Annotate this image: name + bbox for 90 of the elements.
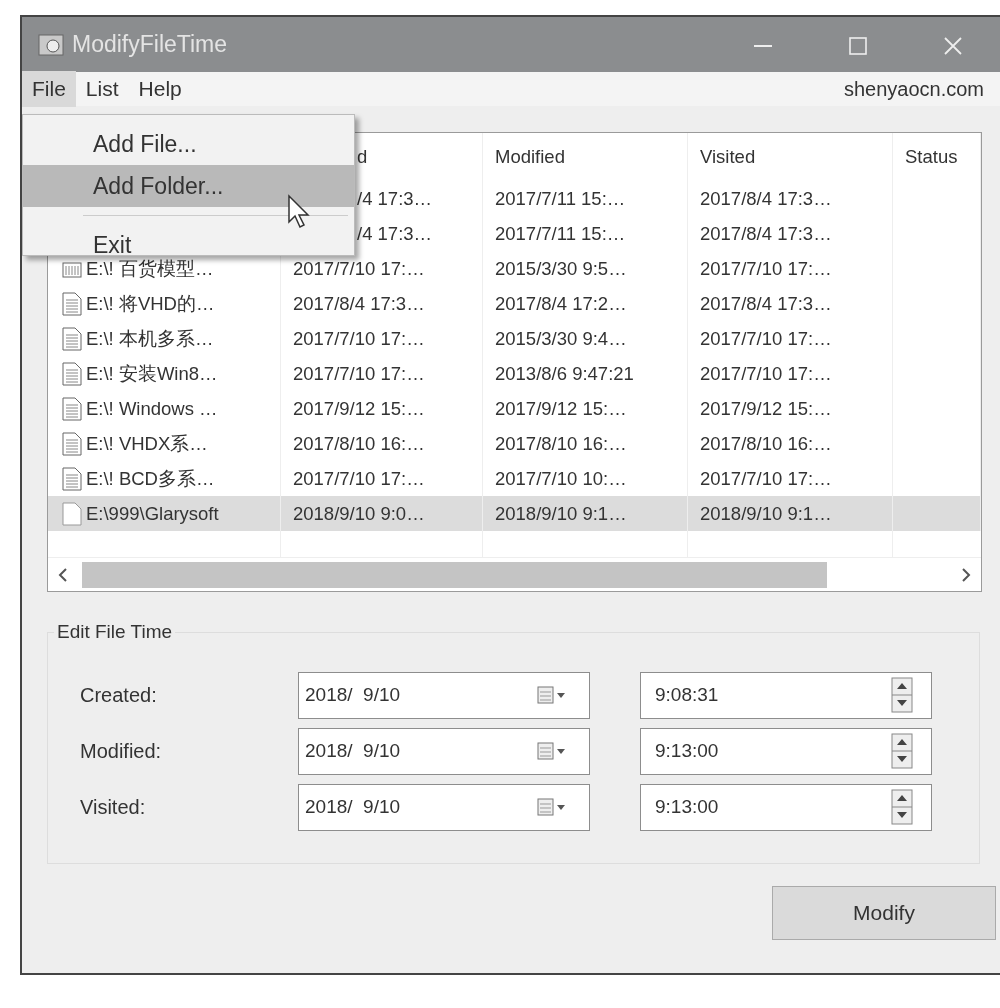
time-input[interactable]: 9:08:31: [653, 679, 891, 711]
table-cell-text: E:\999\Glarysoft: [86, 501, 219, 526]
table-cell-text: 2013/8/6 9:47:21: [495, 361, 634, 386]
spin-buttons-icon[interactable]: [891, 789, 913, 825]
table-row[interactable]: E:\! 安装Win8… 2017/7/10 17:… 2013/8/6 9:47:21 2017/7/10 17:…: [48, 356, 981, 391]
document-icon: [62, 431, 82, 456]
scroll-left-icon[interactable]: [58, 568, 68, 583]
field-label: Created:: [80, 683, 158, 708]
table-row[interactable]: E:\! 将VHD的… 2017/8/4 17:3… 2017/8/4 17:2… 2017/8/4 17:3…: [48, 286, 981, 321]
table-cell-text: 2017/7/10 10:…: [495, 466, 627, 491]
table-cell-text: 2017/8/10 16:…: [293, 431, 425, 456]
time-spinner[interactable]: 9:13:00: [640, 727, 932, 775]
column-header[interactable]: Visited: [700, 143, 756, 171]
table-cell-text: 2015/3/30 9:5…: [495, 256, 627, 281]
table-cell-text: 2017/7/11 15:…: [495, 221, 626, 246]
window-title: ModifyFileTime: [72, 30, 228, 60]
table-cell-text: 2017/7/10 17:…: [293, 326, 425, 351]
scroll-right-icon[interactable]: [961, 568, 971, 583]
table-cell-text: /4 17:3…: [357, 221, 433, 246]
column-header[interactable]: Modified: [495, 143, 565, 171]
table-cell-text: 2018/9/10 9:0…: [293, 501, 425, 526]
document-icon: [62, 291, 82, 316]
close-button[interactable]: [942, 36, 963, 57]
document-icon: [62, 361, 82, 386]
table-cell-text: 2017/7/11 15:…: [495, 186, 626, 211]
horizontal-scrollbar[interactable]: [48, 557, 981, 591]
calendar-dropdown-icon[interactable]: [537, 797, 567, 817]
table-cell-text: 2017/7/10 17:…: [700, 326, 832, 351]
time-spinner[interactable]: 9:08:31: [640, 671, 932, 719]
table-cell-text: 2017/7/10 17:…: [293, 466, 425, 491]
date-input[interactable]: 2018/ 9/10: [303, 679, 537, 711]
modify-button[interactable]: Modify: [772, 886, 996, 940]
table-cell-text: E:\! Windows …: [86, 396, 218, 421]
time-input[interactable]: 9:13:00: [653, 791, 891, 823]
table-cell-text: E:\! 本机多系…: [86, 326, 214, 351]
mouse-pointer-icon: [287, 194, 313, 230]
time-spinner[interactable]: 9:13:00: [640, 783, 932, 831]
table-cell-text: E:\! 将VHD的…: [86, 291, 215, 316]
table-cell-text: E:\! VHDX系…: [86, 431, 208, 456]
date-input[interactable]: 2018/ 9/10: [303, 791, 537, 823]
menu-item[interactable]: File: [22, 71, 76, 107]
table-cell-text: E:\! BCD多系…: [86, 466, 215, 491]
column-header[interactable]: d: [357, 143, 368, 171]
menu-item[interactable]: List: [75, 71, 129, 107]
menu-item[interactable]: Help: [128, 71, 192, 107]
table-row[interactable]: E:\! Windows … 2017/9/12 15:… 2017/9/12 15:… 2017/9/12 15:…: [48, 391, 981, 426]
date-input[interactable]: 2018/ 9/10: [303, 735, 537, 767]
blank-page-icon: [62, 501, 82, 526]
field-label: Modified:: [80, 739, 163, 764]
table-cell-text: 2017/8/10 16:…: [700, 431, 832, 456]
date-picker[interactable]: 2018/ 9/10: [298, 671, 590, 719]
table-cell-text: 2017/7/10 17:…: [700, 361, 832, 386]
app-icon: [38, 33, 64, 56]
spin-buttons-icon[interactable]: [891, 677, 913, 713]
table-cell-text: 2017/9/12 15:…: [495, 396, 627, 421]
website-label: shenyaocn.com: [843, 77, 984, 102]
spin-buttons-icon[interactable]: [891, 733, 913, 769]
table-cell-text: 2017/8/4 17:3…: [293, 291, 425, 316]
table-row[interactable]: E:\! 本机多系… 2017/7/10 17:… 2015/3/30 9:4… 2017/7/10 17:…: [48, 321, 981, 356]
table-cell-text: 2017/7/10 17:…: [293, 361, 425, 386]
column-header[interactable]: Status: [905, 143, 958, 171]
table-cell-text: 2017/7/10 17:…: [293, 256, 425, 281]
table-cell-text: 2018/9/10 9:1…: [700, 501, 832, 526]
table-cell-text: 2017/7/10 17:…: [700, 466, 832, 491]
table-cell-text: 2017/9/12 15:…: [700, 396, 832, 421]
field-label: Visited:: [80, 795, 147, 820]
table-row[interactable]: E:\999\Glarysoft 2018/9/10 9:0… 2018/9/10 9:1… 2018/9/10 9:1…: [48, 496, 981, 531]
table-cell-text: 2017/7/10 17:…: [700, 256, 832, 281]
calendar-dropdown-icon[interactable]: [537, 685, 567, 705]
table-cell-text: 2017/8/4 17:3…: [700, 291, 832, 316]
table-cell-text: E:\! 百货模型…: [86, 256, 214, 281]
document-icon: [62, 326, 82, 351]
table-cell-text: E:\! 安装Win8…: [86, 361, 218, 386]
table-cell-text: 2017/8/4 17:2…: [495, 291, 627, 316]
time-input[interactable]: 9:13:00: [653, 735, 891, 767]
document-icon: [62, 466, 82, 491]
document-icon: [62, 396, 82, 421]
date-picker[interactable]: 2018/ 9/10: [298, 727, 590, 775]
table-cell-text: 2017/8/4 17:3…: [700, 221, 832, 246]
table-cell-text: 2017/8/4 17:3…: [700, 186, 832, 211]
menu-item[interactable]: Add Folder...: [23, 165, 354, 207]
table-cell-text: /4 17:3…: [357, 186, 433, 211]
table-cell-text: 2017/9/12 15:…: [293, 396, 425, 421]
menu-item[interactable]: Add File...: [23, 123, 354, 165]
table-cell-text: 2018/9/10 9:1…: [495, 501, 627, 526]
calendar-dropdown-icon[interactable]: [537, 741, 567, 761]
table-cell-text: 2017/8/10 16:…: [495, 431, 627, 456]
table-cell-text: 2015/3/30 9:4…: [495, 326, 627, 351]
date-picker[interactable]: 2018/ 9/10: [298, 783, 590, 831]
table-row[interactable]: E:\! VHDX系… 2017/8/10 16:… 2017/8/10 16:… 2017/8/10 16:…: [48, 426, 981, 461]
